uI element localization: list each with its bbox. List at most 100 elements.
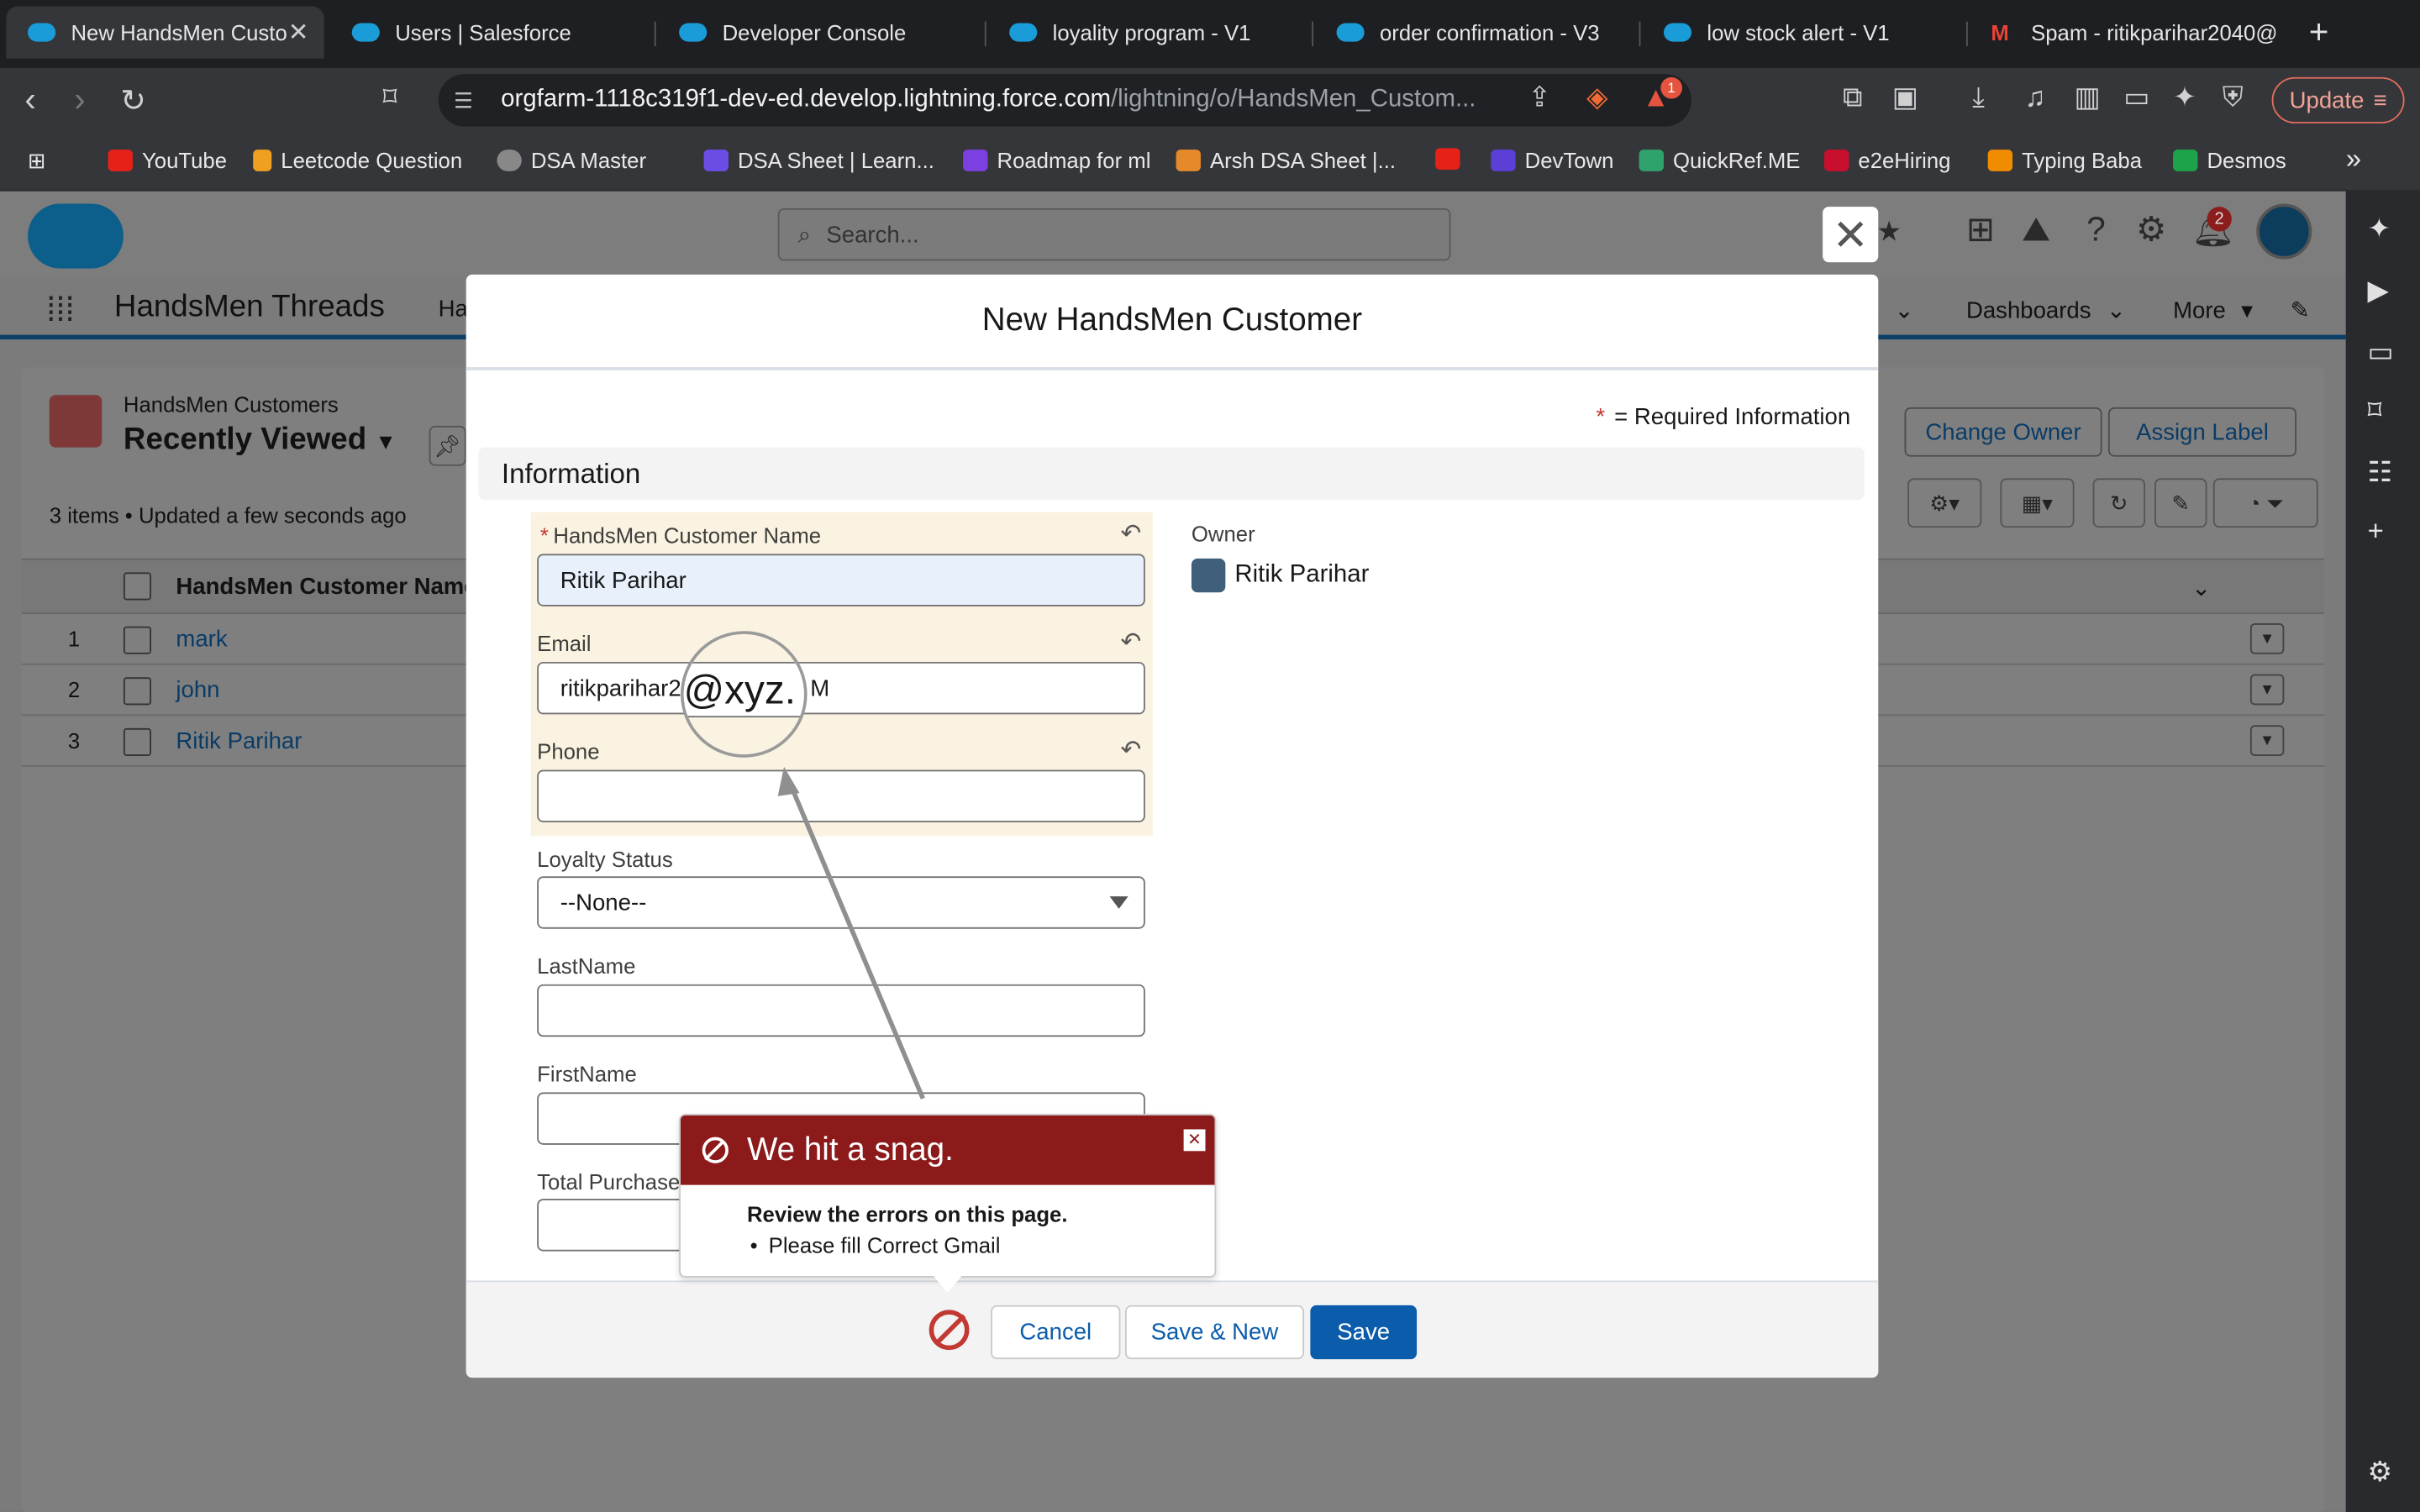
update-button[interactable]: Update ≡ [2271, 76, 2405, 123]
screenshot-icon[interactable]: ▣ [1892, 81, 1918, 114]
forward-icon[interactable]: › [74, 81, 85, 121]
error-indicator-icon[interactable] [929, 1310, 970, 1351]
bookmark-roadmap-ml[interactable]: Roadmap for ml [963, 148, 1150, 173]
tab-gmail-spam[interactable]: M Spam - ritikparihar2040@ [1970, 6, 2278, 58]
reload-icon[interactable]: ↻ [120, 81, 146, 120]
bookmark-icon[interactable]: ⌑ [383, 81, 397, 114]
record-link[interactable]: Ritik Parihar [176, 728, 302, 754]
assign-label-button[interactable]: Assign Label [2107, 407, 2297, 457]
bookmark-devtown[interactable]: DevTown [1491, 148, 1613, 173]
global-search-input[interactable]: ⌕ Search... [777, 207, 1451, 261]
column-header-name[interactable]: HandsMen Customer Name [176, 574, 476, 600]
save-button[interactable]: Save [1310, 1305, 1418, 1360]
user-avatar[interactable] [2256, 203, 2312, 260]
bookmark-desmos[interactable]: Desmos [2173, 148, 2286, 173]
setup-gear-icon[interactable]: ⚙ [2136, 210, 2166, 250]
save-and-new-button[interactable]: Save & New [1124, 1305, 1305, 1360]
tab-users-salesforce[interactable]: Users | Salesforce [330, 6, 639, 58]
row-checkbox[interactable] [123, 626, 151, 654]
globe-icon [497, 150, 522, 171]
bookmark-quickref[interactable]: QuickRef.ME [1639, 148, 1800, 173]
column-chevron-icon[interactable]: ⌄ [2191, 574, 2211, 601]
leo-ai-icon[interactable]: ✦ [2173, 81, 2196, 114]
new-tab-button[interactable]: + [2309, 13, 2329, 53]
apps-grid-icon[interactable]: ⊞ [28, 148, 46, 174]
edit-list-pencil-icon[interactable]: ✎ [2154, 478, 2207, 528]
record-link[interactable]: mark [176, 627, 227, 653]
search-icon: ⌕ [797, 221, 812, 248]
reading-list-icon[interactable]: ☷ [2367, 457, 2392, 490]
phone-input[interactable] [537, 769, 1145, 822]
nav-tab-dashboards[interactable]: Dashboards ⌄ [1966, 297, 2126, 324]
display-as-table-icon[interactable]: ▦▾ [2000, 478, 2075, 528]
lastname-input[interactable] [537, 984, 1145, 1037]
app-launcher-icon[interactable]: ⁞⁞⁞ [46, 290, 75, 330]
favorites-star-icon[interactable]: ★ [1876, 216, 1902, 249]
tab-developer-console[interactable]: Developer Console [657, 6, 975, 58]
tab-loyality-program[interactable]: loyality program - V1 [987, 6, 1305, 58]
settings-gear-icon[interactable]: ⚙ [2367, 1457, 2392, 1489]
global-actions-icon[interactable]: ⊞ [1966, 210, 1995, 250]
list-settings-gear-icon[interactable]: ⚙▾ [1907, 478, 1982, 528]
leo-sparkle-icon[interactable]: ✦ [2367, 213, 2391, 245]
back-icon[interactable]: ‹ [24, 81, 35, 121]
share-icon[interactable]: ⇪ [1528, 81, 1551, 114]
list-view-selector[interactable]: Recently Viewed ▼ [124, 423, 397, 458]
undo-icon[interactable]: ↶ [1120, 627, 1141, 658]
sidebar-icon[interactable]: ▥ [2075, 81, 2101, 114]
bookmark-youtube[interactable]: YouTube [108, 148, 227, 173]
bookmark-leetcode[interactable]: Leetcode Question [253, 148, 462, 173]
bookmark-youtube-video[interactable] [1435, 148, 1460, 171]
bookmark-dsa-master[interactable]: DSA Master [497, 148, 646, 173]
change-owner-button[interactable]: Change Owner [1904, 407, 2102, 457]
refresh-icon[interactable]: ↻ [2092, 478, 2146, 528]
select-all-checkbox[interactable] [123, 572, 151, 601]
youtube-icon [108, 150, 133, 171]
tab-new-handsmen-customer[interactable]: New HandsMen Custo ✕ [6, 6, 324, 59]
extensions-icon[interactable]: ⧉ [1843, 81, 1863, 114]
section-information[interactable]: Information [478, 447, 1865, 501]
charts-filter-icons[interactable]: ◔ ⏷ [2212, 478, 2318, 528]
nav-tab-more[interactable]: More ▾ [2173, 297, 2253, 324]
tab-low-stock-alert[interactable]: low stock alert - V1 [1642, 6, 1960, 58]
row-checkbox[interactable] [123, 677, 151, 706]
error-item[interactable]: Please fill Correct Gmail [747, 1233, 1068, 1257]
cancel-button[interactable]: Cancel [991, 1305, 1121, 1360]
pin-list-icon[interactable]: 📌︎ [429, 425, 466, 466]
close-tab-icon[interactable]: ✕ [288, 17, 309, 48]
nav-tab-handsmen[interactable]: Ha [439, 297, 468, 323]
bookmark-dsa-sheet[interactable]: DSA Sheet | Learn... [703, 148, 934, 173]
help-icon[interactable]: ? [2086, 210, 2105, 250]
bookmarks-panel-icon[interactable]: ⌑ [2367, 395, 2381, 428]
more-bookmarks-icon[interactable]: » [2346, 144, 2361, 176]
customer-name-input[interactable]: Ritik Parihar [537, 554, 1145, 606]
bookmark-typing-baba[interactable]: Typing Baba [1987, 148, 2142, 173]
download-icon[interactable]: ⤓ [1972, 81, 1985, 114]
edit-nav-pencil-icon[interactable]: ✎ [2291, 297, 2310, 323]
brave-shield-icon[interactable]: ◈ [1586, 81, 1607, 114]
row-actions-menu[interactable]: ▼ [2249, 674, 2285, 706]
bookmark-e2ehiring[interactable]: e2eHiring [1823, 148, 1950, 173]
undo-icon[interactable]: ↶ [1120, 734, 1141, 765]
row-checkbox[interactable] [123, 727, 151, 756]
bookmark-arsh-dsa[interactable]: Arsh DSA Sheet |... [1176, 148, 1396, 173]
tab-order-confirmation[interactable]: order confirmation - V3 [1315, 6, 1633, 58]
wallet-icon[interactable]: ▭ [2367, 336, 2393, 369]
add-panel-icon[interactable]: + [2367, 515, 2383, 548]
record-link[interactable]: john [176, 677, 219, 703]
address-bar[interactable]: ☰ orgfarm-1118c319f1-dev-ed.develop.ligh… [438, 74, 1692, 127]
wallet-icon[interactable]: ▭ [2123, 81, 2149, 114]
modal-close-button[interactable]: ✕ [1823, 207, 1879, 263]
chevron-down-icon: ⌄ [1894, 297, 1914, 324]
row-actions-menu[interactable]: ▼ [2249, 725, 2285, 756]
close-popover-icon[interactable]: ✕ [1183, 1129, 1206, 1152]
site-settings-icon[interactable]: ☰ [454, 87, 473, 113]
trailhead-icon[interactable]: ⛰ [2022, 210, 2050, 250]
video-icon[interactable]: ▶ [2367, 275, 2388, 307]
music-icon[interactable]: ♫ [2025, 81, 2046, 114]
email-input[interactable]: ritikparihar2 M [537, 661, 1145, 715]
vpn-icon[interactable]: ⛨ [2223, 81, 2244, 114]
undo-icon[interactable]: ↶ [1120, 518, 1141, 549]
loyalty-status-select[interactable]: --None-- [537, 876, 1145, 929]
row-actions-menu[interactable]: ▼ [2249, 623, 2285, 654]
